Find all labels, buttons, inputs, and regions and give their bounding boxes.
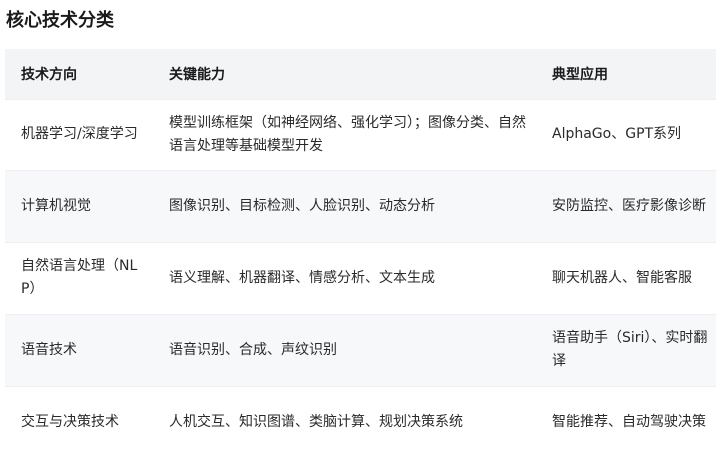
cell-direction: 自然语言处理（NLP）: [21, 258, 138, 297]
page: 核心技术分类 技术方向 关键能力 典型应用 机器学习/深度学习 模型训练框架（如…: [0, 0, 721, 460]
cell-capability: 人机交互、知识图谱、类脑计算、规划决策系统: [169, 413, 463, 430]
cell-application: 安防监控、医疗影像诊断: [552, 197, 706, 214]
table-row: 计算机视觉 图像识别、目标检测、人脸识别、动态分析 安防监控、医疗影像诊断: [5, 170, 716, 242]
tech-classification-table: 技术方向 关键能力 典型应用 机器学习/深度学习 模型训练框架（如神经网络、强化…: [5, 49, 716, 458]
header-capability: 关键能力: [169, 66, 225, 83]
cell-direction: 机器学习/深度学习: [21, 126, 138, 142]
cell-capability: 图像识别、目标检测、人脸识别、动态分析: [169, 197, 435, 214]
section-title: 核心技术分类: [6, 10, 114, 31]
table-row: 交互与决策技术 人机交互、知识图谱、类脑计算、规划决策系统 智能推荐、自动驾驶决…: [5, 386, 716, 458]
cell-capability: 模型训练框架（如神经网络、强化学习）；图像分类、自然语言处理等基础模型开发: [169, 114, 526, 154]
table-row: 自然语言处理（NLP） 语义理解、机器翻译、情感分析、文本生成 聊天机器人、智能…: [5, 242, 716, 314]
table-header-row: 技术方向 关键能力 典型应用: [5, 49, 716, 99]
cell-direction: 计算机视觉: [21, 197, 91, 214]
header-application: 典型应用: [552, 66, 608, 83]
cell-capability: 语义理解、机器翻译、情感分析、文本生成: [169, 269, 435, 286]
cell-application: 智能推荐、自动驾驶决策: [552, 413, 706, 430]
cell-direction: 语音技术: [21, 341, 77, 358]
cell-application: 语音助手（Siri）、实时翻译: [552, 330, 708, 369]
table-row: 机器学习/深度学习 模型训练框架（如神经网络、强化学习）；图像分类、自然语言处理…: [5, 99, 716, 170]
cell-capability: 语音识别、合成、声纹识别: [169, 341, 337, 358]
cell-application: AlphaGo、GPT系列: [552, 126, 682, 142]
table-row: 语音技术 语音识别、合成、声纹识别 语音助手（Siri）、实时翻译: [5, 314, 716, 386]
cell-application: 聊天机器人、智能客服: [552, 269, 692, 286]
cell-direction: 交互与决策技术: [21, 413, 119, 430]
header-direction: 技术方向: [21, 66, 77, 83]
